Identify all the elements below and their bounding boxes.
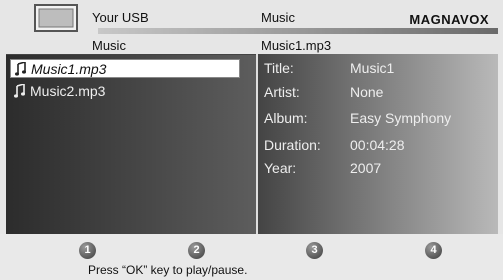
list-item-music1[interactable]: Music1.mp3 bbox=[10, 59, 240, 78]
detail-key: Artist: bbox=[264, 84, 300, 100]
detail-value: Easy Symphony bbox=[350, 110, 452, 126]
file-list: Music1.mp3 Music2.mp3 bbox=[6, 54, 256, 235]
detail-key: Title: bbox=[264, 60, 294, 76]
button-3[interactable]: 3 bbox=[306, 242, 323, 259]
play-pause-hint: Press “OK” key to play/pause. bbox=[88, 263, 248, 277]
music-note-icon bbox=[15, 62, 26, 76]
media-browser: Your USB Music MAGNAVOX Music Music1.mp3… bbox=[0, 0, 503, 280]
tv-icon bbox=[34, 4, 78, 32]
footer: 1 2 3 4 Press “OK” key to play/pause. bbox=[0, 234, 503, 280]
detail-value: 2007 bbox=[350, 160, 382, 176]
category-label: Music bbox=[261, 10, 295, 25]
list-item-label: Music1.mp3 bbox=[31, 61, 107, 77]
detail-value: Music1 bbox=[350, 60, 395, 76]
list-item-music2[interactable]: Music2.mp3 bbox=[10, 82, 240, 101]
brand-logo: MAGNAVOX bbox=[409, 12, 489, 27]
details-panel: Title: Music1 Artist: None Album: Easy S… bbox=[258, 54, 498, 234]
detail-key: Year: bbox=[264, 160, 297, 176]
detail-value: 00:04:28 bbox=[350, 137, 405, 153]
detail-key: Duration: bbox=[264, 137, 321, 153]
header-divider bbox=[98, 28, 498, 34]
detail-key: Album: bbox=[264, 110, 308, 126]
current-file-label: Music1.mp3 bbox=[261, 38, 332, 53]
folder-label: Music bbox=[92, 38, 126, 53]
header: Your USB Music MAGNAVOX Music Music1.mp3 bbox=[0, 0, 503, 58]
list-item-label: Music2.mp3 bbox=[30, 83, 106, 99]
detail-value: None bbox=[350, 84, 384, 100]
button-2[interactable]: 2 bbox=[188, 242, 205, 259]
music-note-icon bbox=[14, 84, 25, 98]
button-1[interactable]: 1 bbox=[79, 242, 96, 259]
button-4[interactable]: 4 bbox=[425, 242, 442, 259]
source-label: Your USB bbox=[92, 10, 149, 25]
